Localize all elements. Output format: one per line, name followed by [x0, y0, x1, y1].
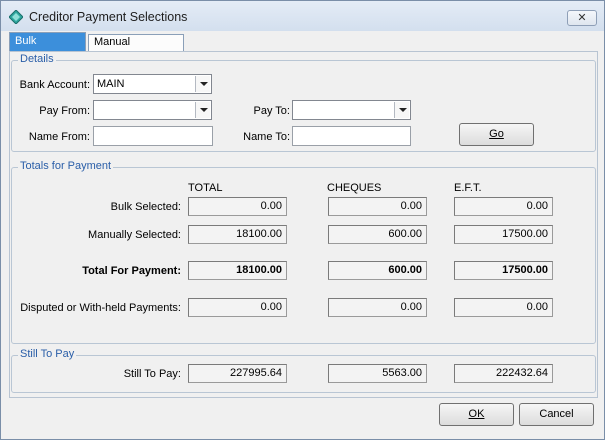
ok-button[interactable]: OK	[439, 403, 514, 426]
close-icon: ✕	[577, 12, 587, 24]
header-eft: E.F.T.	[454, 182, 482, 194]
total-for-payment-eft: 17500.00	[454, 261, 553, 280]
pay-to-select[interactable]	[292, 100, 411, 120]
total-for-payment-label: Total For Payment:	[82, 265, 181, 277]
chevron-down-icon[interactable]	[394, 102, 409, 118]
manually-selected-eft: 17500.00	[454, 225, 553, 244]
go-button-label: Go	[489, 128, 504, 140]
bulk-selected-eft: 0.00	[454, 197, 553, 216]
disputed-payments-total: 0.00	[188, 298, 287, 317]
header-cheques: CHEQUES	[327, 182, 382, 194]
details-group-title: Details	[18, 53, 56, 65]
disputed-payments-label: Disputed or With-held Payments:	[20, 302, 181, 314]
name-to-input[interactable]	[292, 126, 411, 146]
bulk-selection-panel: Details Bank Account: MAIN Pay From: Pay…	[9, 51, 598, 398]
still-to-pay-eft: 222432.64	[454, 364, 553, 383]
name-from-label: Name From:	[28, 131, 90, 143]
still-to-pay-group-title: Still To Pay	[18, 348, 77, 360]
name-from-input[interactable]	[93, 126, 213, 146]
window-title: Creditor Payment Selections	[29, 10, 188, 24]
ok-button-label: OK	[468, 408, 485, 420]
header-total: TOTAL	[188, 182, 223, 194]
still-to-pay-cheques: 5563.00	[328, 364, 427, 383]
manually-selected-label: Manually Selected:	[88, 229, 181, 241]
chevron-down-icon[interactable]	[195, 76, 210, 92]
bulk-selected-label: Bulk Selected:	[110, 201, 181, 213]
total-for-payment-total: 18100.00	[188, 261, 287, 280]
bulk-selected-cheques: 0.00	[328, 197, 427, 216]
title-bar[interactable]: Creditor Payment Selections ✕	[1, 1, 604, 31]
cancel-button[interactable]: Cancel	[519, 403, 594, 426]
totals-group-title: Totals for Payment	[18, 160, 114, 172]
bank-account-value: MAIN	[97, 78, 125, 90]
manually-selected-total: 18100.00	[188, 225, 287, 244]
name-to-label: Name To:	[243, 131, 290, 143]
still-to-pay-total: 227995.64	[188, 364, 287, 383]
bank-account-select[interactable]: MAIN	[93, 74, 212, 94]
diamond-app-icon	[9, 10, 23, 24]
total-for-payment-cheques: 600.00	[328, 261, 427, 280]
details-group: Details Bank Account: MAIN Pay From: Pay…	[11, 53, 596, 152]
close-button[interactable]: ✕	[567, 10, 597, 26]
go-button[interactable]: Go	[459, 123, 534, 146]
bank-account-label: Bank Account:	[19, 79, 90, 91]
bulk-selected-total: 0.00	[188, 197, 287, 216]
pay-to-label: Pay To:	[253, 105, 291, 117]
tab-bulk-selection[interactable]: Bulk Selection	[9, 32, 86, 64]
cancel-button-label: Cancel	[539, 408, 574, 420]
totals-for-payment-group: Totals for Payment TOTAL CHEQUES E.F.T. …	[11, 160, 596, 344]
creditor-payment-window: Creditor Payment Selections ✕ Bulk Selec…	[0, 0, 605, 440]
disputed-payments-eft: 0.00	[454, 298, 553, 317]
disputed-payments-cheques: 0.00	[328, 298, 427, 317]
tab-manual-selection[interactable]: Manual Selection	[88, 34, 184, 63]
pay-from-label: Pay From:	[39, 105, 90, 117]
manually-selected-cheques: 600.00	[328, 225, 427, 244]
chevron-down-icon[interactable]	[195, 102, 210, 118]
pay-from-select[interactable]	[93, 100, 212, 120]
still-to-pay-group: Still To Pay Still To Pay: 227995.64 556…	[11, 348, 596, 393]
still-to-pay-label: Still To Pay:	[123, 368, 181, 380]
